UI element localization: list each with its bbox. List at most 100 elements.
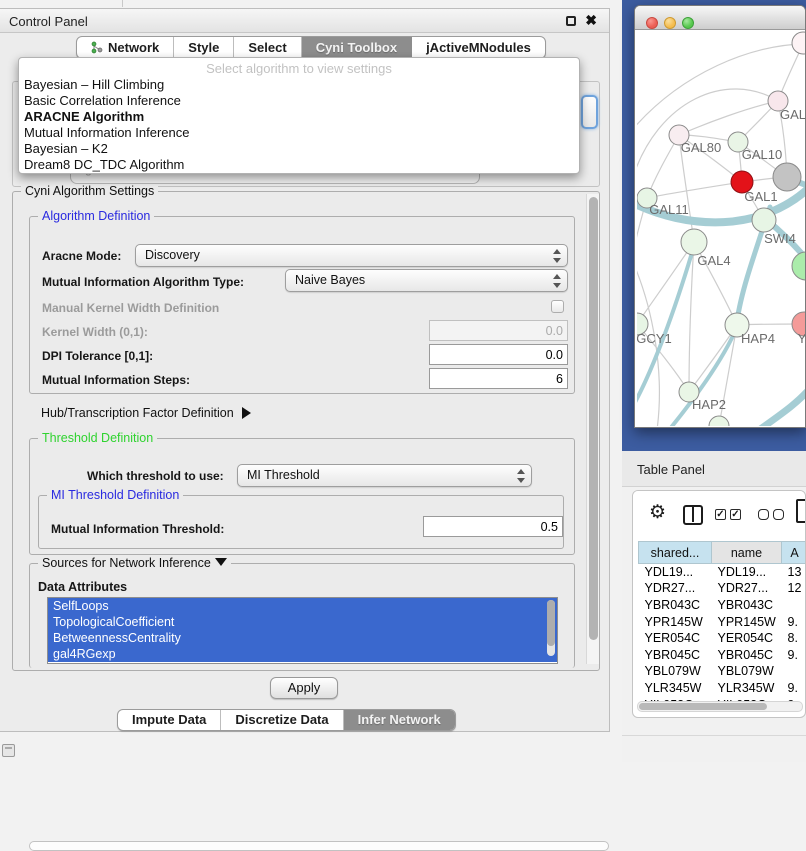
bottom-tab-infer-network[interactable]: Infer Network (344, 710, 455, 730)
document-icon[interactable] (796, 499, 806, 523)
mi-threshold-label: Mutual Information Threshold: (51, 522, 224, 536)
table-cell: YBL079W (639, 663, 712, 680)
dropdown-item-bayesian-hill-climbing[interactable]: Bayesian – Hill Climbing (19, 77, 579, 93)
node-label: HAP4 (741, 331, 775, 346)
unchecked-checkbox-icon[interactable] (773, 509, 784, 520)
table-cell: YBR043C (712, 597, 782, 614)
control-panel: Control Panel ✖ NetworkStyleSelectCyni T… (0, 8, 610, 732)
hub-definition-expander[interactable]: Hub/Transcription Factor Definition (41, 406, 251, 420)
tab-cyni-toolbox[interactable]: Cyni Toolbox (302, 37, 412, 58)
table-cell: YER054C (712, 630, 782, 647)
network-node[interactable] (773, 163, 801, 191)
table-cell: YPR145W (639, 613, 712, 630)
dropdown-placeholder: Select algorithm to view settings (19, 58, 579, 77)
dropdown-item-mutual-information-inference[interactable]: Mutual Information Inference (19, 125, 579, 141)
table-row[interactable]: YBL079WYBL079W (639, 663, 806, 680)
gear-icon[interactable]: ⚙ (649, 501, 666, 524)
network-node[interactable] (792, 32, 806, 54)
bottom-tabs: Impute DataDiscretize DataInfer Network (117, 709, 456, 731)
network-node[interactable] (792, 252, 806, 280)
table-cell: YLR345W (639, 680, 712, 697)
bottom-tab-impute-data[interactable]: Impute Data (118, 710, 221, 730)
collapsed-panel-icon[interactable] (2, 744, 15, 757)
checked-checkbox-icon[interactable]: ✓ (730, 509, 741, 520)
table-cell: 13 (782, 564, 806, 581)
apply-button[interactable]: Apply (270, 677, 338, 699)
dropdown-item-aracne-algorithm[interactable]: ARACNE Algorithm (19, 109, 579, 125)
collapse-down-icon[interactable] (215, 558, 227, 566)
network-edge (637, 89, 778, 180)
network-node-swi4[interactable] (752, 208, 776, 232)
kernel-width-field[interactable] (429, 320, 568, 341)
dpi-tolerance-field[interactable] (429, 344, 568, 365)
minimize-traffic-light[interactable] (664, 17, 676, 29)
bottom-tab-discretize-data[interactable]: Discretize Data (221, 710, 343, 730)
data-attributes-list[interactable]: SelfLoopsTopologicalCoefficientBetweenne… (47, 597, 558, 664)
network-icon (91, 41, 103, 54)
table-row[interactable]: YLR345WYLR345W9. (639, 680, 806, 697)
dropdown-item-basic-correlation-inference[interactable]: Basic Correlation Inference (19, 93, 579, 109)
node-label: GAL10 (742, 147, 782, 162)
tab-label: Select (248, 40, 286, 55)
table-row[interactable]: YBR045CYBR045C9. (639, 646, 806, 663)
table-row[interactable]: YPR145WYPR145W9. (639, 613, 806, 630)
cyni-algorithm-settings-group: Cyni Algorithm Settings Algorithm Defini… (12, 191, 600, 671)
checked-checkbox-icon[interactable]: ✓ (715, 509, 726, 520)
table-row[interactable]: YBR043CYBR043C (639, 597, 806, 614)
manual-kernel-checkbox[interactable] (551, 300, 564, 313)
table-cell: YBR045C (639, 646, 712, 663)
close-panel-icon[interactable]: ✖ (585, 12, 597, 29)
focused-combo-stepper[interactable] (581, 95, 598, 129)
dropdown-item-dream8-dc-tdc-algorithm[interactable]: Dream8 DC_TDC Algorithm (19, 157, 579, 173)
network-edge (679, 101, 778, 135)
mi-threshold-field[interactable] (423, 516, 563, 537)
table-cell: 9. (782, 613, 806, 630)
float-panel-icon[interactable] (566, 16, 576, 26)
window-frame-line (122, 0, 123, 7)
node-label: HAP2 (692, 397, 726, 412)
attribute-item-selfloops[interactable]: SelfLoops (48, 598, 557, 614)
settings-horizontal-scrollbar[interactable] (29, 841, 609, 851)
table-cell: 8. (782, 630, 806, 647)
network-edge (647, 182, 742, 198)
network-node[interactable] (709, 416, 729, 426)
attribute-item-topologicalcoefficient[interactable]: TopologicalCoefficient (48, 614, 557, 630)
network-canvas[interactable]: GALGAL80GAL10GAL1GAL11SWI4GAL4GCY1HAP4YH… (637, 30, 806, 426)
mi-steps-label: Mutual Information Steps: (42, 373, 190, 387)
node-label: GAL11 (649, 202, 689, 217)
columns-icon[interactable] (683, 505, 703, 525)
close-traffic-light[interactable] (646, 17, 658, 29)
table-horizontal-scrollbar[interactable] (637, 701, 803, 712)
aracne-mode-combo[interactable]: Discovery (135, 244, 568, 267)
column-header-a[interactable]: A (782, 542, 806, 564)
network-window-titlebar[interactable] (635, 6, 805, 30)
which-threshold-combo[interactable]: MI Threshold (237, 464, 532, 487)
algorithm-definition-group: Algorithm Definition Aracne Mode: Discov… (29, 216, 575, 394)
node-label: SWI4 (764, 231, 796, 246)
mi-algorithm-type-combo[interactable]: Naive Bayes (285, 269, 568, 292)
column-header-name[interactable]: name (712, 542, 782, 564)
network-node-gal4[interactable] (681, 229, 707, 255)
zoom-traffic-light[interactable] (682, 17, 694, 29)
node-label: Y (798, 331, 806, 346)
table-row[interactable]: YDL19...YDL19...13 (639, 564, 806, 581)
tab-network[interactable]: Network (77, 37, 174, 58)
dropdown-item-bayesian-k2[interactable]: Bayesian – K2 (19, 141, 579, 157)
table-row[interactable]: YDR27...YDR27...12 (639, 580, 806, 597)
unchecked-checkbox-icon[interactable] (758, 509, 769, 520)
tab-jactivemnodules[interactable]: jActiveMNodules (412, 37, 545, 58)
table-cell: YBR045C (712, 646, 782, 663)
table-cell (782, 597, 806, 614)
table-row[interactable]: YER054CYER054C8. (639, 630, 806, 647)
attribute-item-gal4rgexp[interactable]: gal4RGexp (48, 646, 557, 662)
tab-style[interactable]: Style (174, 37, 234, 58)
tab-select[interactable]: Select (234, 37, 301, 58)
dropdown-items: Bayesian – Hill ClimbingBasic Correlatio… (19, 77, 579, 173)
attribute-item-betweennesscentrality[interactable]: BetweennessCentrality (48, 630, 557, 646)
mi-steps-field[interactable] (429, 368, 568, 389)
mi-threshold-group: MI Threshold Definition Mutual Informati… (38, 495, 564, 549)
list-scrollbar[interactable] (547, 600, 555, 656)
column-header-shared[interactable]: shared... (639, 542, 712, 564)
aracne-mode-value: Discovery (145, 248, 200, 262)
settings-vertical-scrollbar[interactable] (586, 194, 599, 664)
